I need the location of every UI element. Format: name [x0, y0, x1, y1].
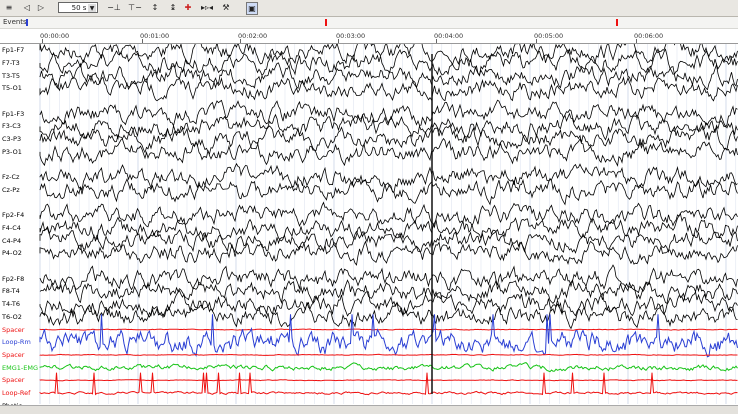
- filter-icon[interactable]: ↨: [168, 2, 178, 13]
- montage-icon[interactable]: ↕: [150, 2, 160, 13]
- channel-label[interactable]: Fz-Cz: [2, 174, 19, 181]
- settings-icon[interactable]: ⚒: [221, 2, 231, 13]
- time-tick: [338, 39, 339, 43]
- time-tick: [436, 39, 437, 43]
- channel-label[interactable]: Spacer: [2, 377, 24, 384]
- channel-trace: [39, 372, 738, 396]
- event-marker[interactable]: [25, 19, 28, 26]
- time-tick-label: 00:01:00: [140, 32, 170, 40]
- channel-trace: [39, 264, 738, 294]
- channel-label[interactable]: Fp1-F3: [2, 110, 24, 118]
- channel-label[interactable]: C3-P3: [2, 136, 21, 143]
- channel-label[interactable]: F8-T4: [2, 288, 20, 295]
- channel-label[interactable]: T3-T5: [2, 72, 20, 80]
- zoom-select[interactable]: 50 s ▼: [58, 2, 98, 13]
- channel-trace: [39, 213, 738, 243]
- eeg-trace-area[interactable]: [0, 44, 738, 404]
- channel-label[interactable]: F7-T3: [2, 60, 20, 67]
- channel-label[interactable]: T5-O1: [2, 85, 22, 92]
- view-icon[interactable]: ▣: [246, 2, 258, 15]
- channel-trace: [39, 44, 738, 66]
- channel-label[interactable]: Spacer: [2, 326, 24, 334]
- time-tick: [636, 39, 637, 43]
- time-tick: [240, 39, 241, 43]
- time-tick: [536, 39, 537, 43]
- channel-trace: [39, 328, 738, 331]
- channel-label[interactable]: Loop-Rm: [2, 339, 31, 346]
- time-tick-label: 00:03:00: [336, 32, 366, 40]
- channel-label[interactable]: Fp2-F8: [2, 275, 24, 283]
- channel-label[interactable]: T4-T6: [2, 301, 20, 308]
- chevron-down-icon: ▼: [88, 4, 96, 12]
- time-tick: [142, 39, 143, 43]
- channel-label[interactable]: Fp2-F4: [2, 212, 24, 219]
- channel-label[interactable]: Fp1-F7: [2, 47, 24, 54]
- channel-label[interactable]: F3-C3: [2, 123, 21, 130]
- channel-trace: [39, 162, 738, 193]
- channel-trace: [39, 177, 738, 206]
- time-tick-label: 00:06:00: [634, 32, 664, 40]
- time-tick-label: 00:00:00: [40, 32, 70, 40]
- channel-label[interactable]: F4-C4: [2, 225, 21, 232]
- events-row: Events: [0, 17, 738, 29]
- zoom-value: 50 s: [71, 3, 87, 12]
- time-tick: [42, 39, 43, 43]
- amplitude-down-icon[interactable]: −⊥: [105, 2, 123, 13]
- menu-icon[interactable]: ≡: [3, 2, 15, 13]
- channel-label[interactable]: Cz-Pz: [2, 186, 20, 194]
- rewind-icon[interactable]: ◁: [22, 2, 32, 13]
- time-tick-label: 00:05:00: [534, 32, 564, 40]
- channel-label[interactable]: EMG1-EMG: [2, 364, 38, 372]
- event-marker[interactable]: [324, 19, 327, 26]
- channel-label[interactable]: P3-O1: [2, 148, 22, 156]
- channel-label[interactable]: P4-O2: [2, 250, 22, 257]
- compress-icon[interactable]: ▸▹◂: [199, 2, 215, 13]
- channel-label[interactable]: T6-O2: [2, 313, 22, 321]
- channel-label[interactable]: C4-P4: [2, 237, 21, 245]
- time-axis: 00:00:00 00:01:00 00:02:00 00:03:00 00:04:00…: [0, 29, 738, 44]
- events-label: Events: [3, 18, 27, 26]
- amplitude-up-icon[interactable]: ⊤−: [126, 2, 144, 13]
- channel-label-column: Fp1-F7 F7-T3 T3-T5 T5-O1 Fp1-F3 F3-C3 C3-P3 P3-…: [0, 44, 40, 413]
- event-marker[interactable]: [616, 19, 619, 26]
- channel-trace: [39, 353, 738, 356]
- play-icon[interactable]: ▷: [36, 2, 46, 13]
- marker-icon[interactable]: ✚: [183, 2, 193, 13]
- channel-label[interactable]: Loop-Ref: [2, 389, 30, 397]
- channel-trace: [39, 201, 738, 229]
- channel-trace: [39, 362, 738, 373]
- channel-label[interactable]: Spacer: [2, 351, 24, 359]
- channel-trace: [39, 379, 738, 382]
- time-tick-label: 00:02:00: [238, 32, 268, 40]
- toolbar: ≡ ◁ ▷ 50 s ▼ −⊥ ⊤− ↕ ↨ ✚ ▸▹◂ ⚒ ▣: [0, 0, 738, 17]
- time-tick-label: 00:04:00: [434, 32, 464, 40]
